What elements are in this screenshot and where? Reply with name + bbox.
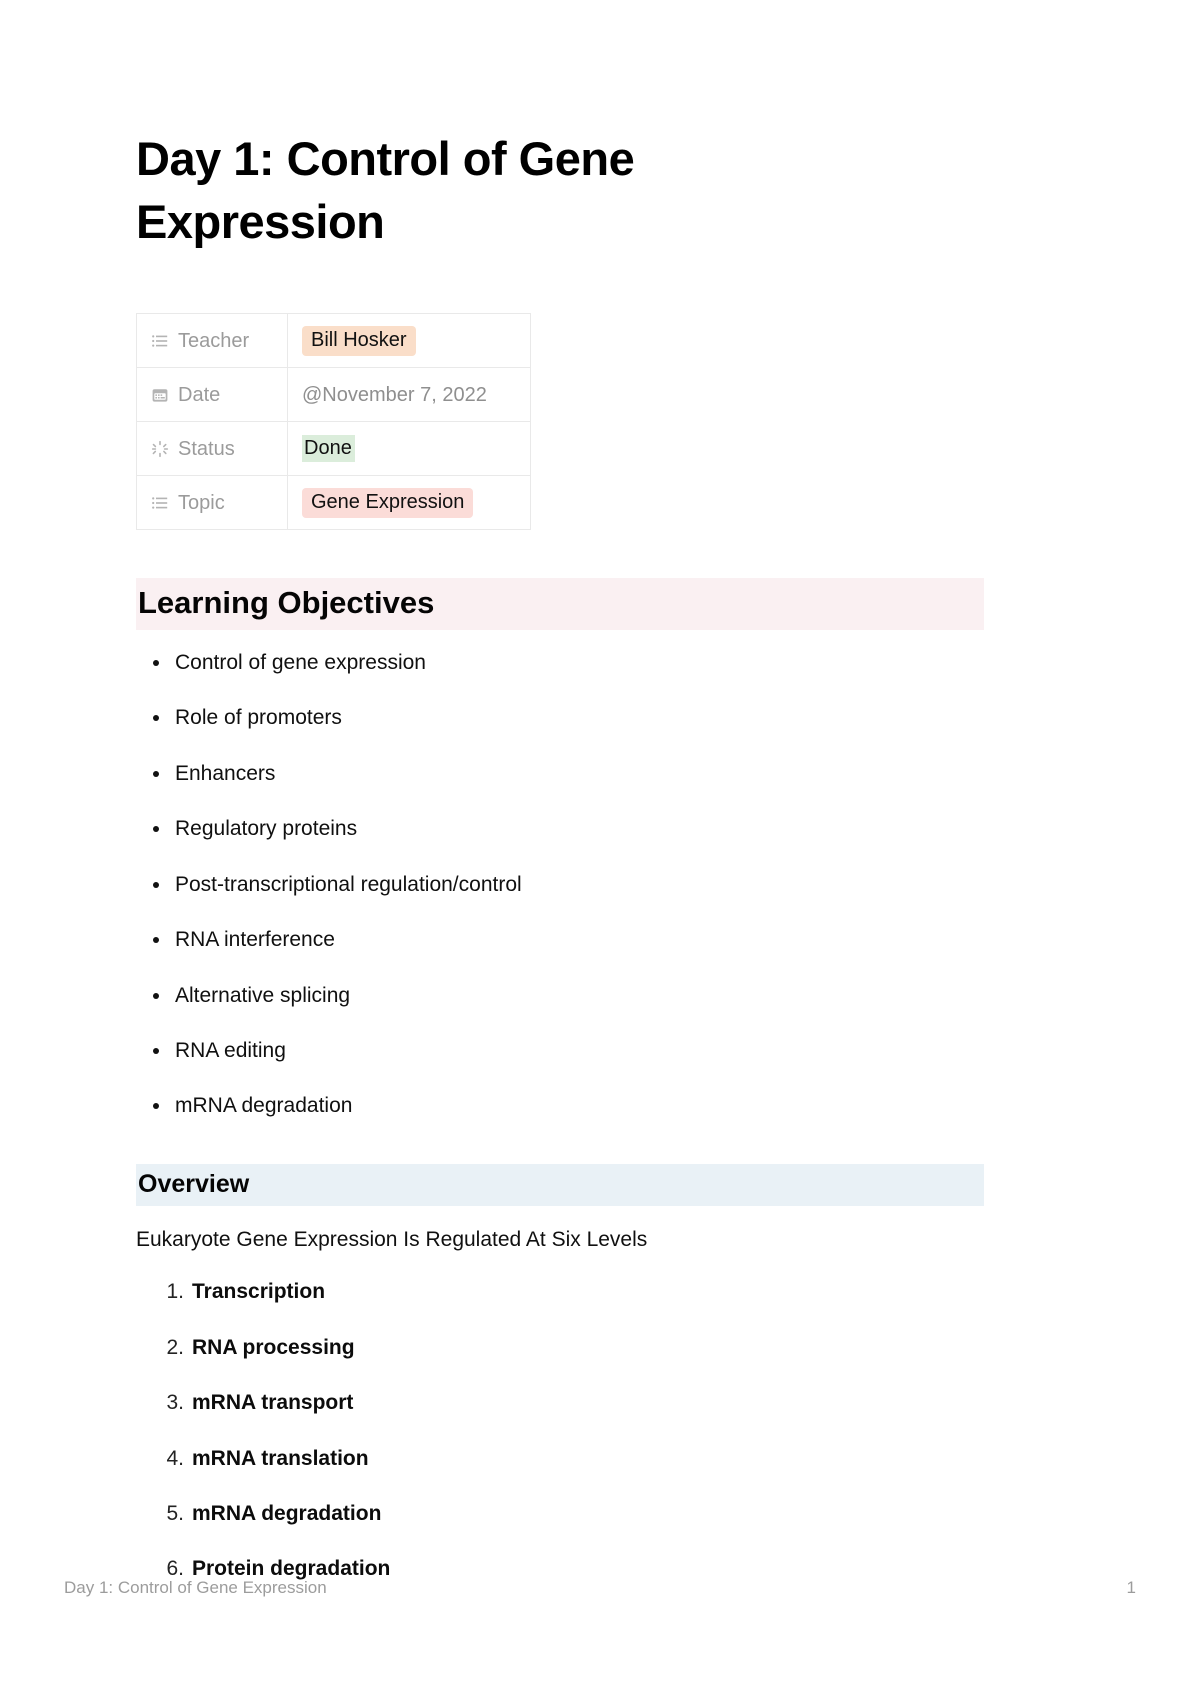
bullet-icon: [153, 715, 159, 722]
list-item: mRNA degradation: [153, 1091, 984, 1121]
page-footer: Day 1: Control of Gene Expression 1: [64, 1578, 1136, 1598]
list-item-number: 3.: [166, 1391, 184, 1415]
property-key-cell-topic: Topic: [136, 475, 288, 530]
bullet-icon: [153, 826, 159, 833]
list-item: Control of gene expression: [153, 648, 984, 678]
list-item: RNA editing: [153, 1036, 984, 1066]
table-row: Topic Gene Expression: [136, 475, 531, 530]
list-item: RNA interference: [153, 925, 984, 955]
list-item-label: RNA interference: [175, 928, 335, 952]
property-key-status: Status: [151, 439, 287, 459]
bullet-icon: [153, 937, 159, 944]
list-item-label: RNA editing: [175, 1038, 286, 1062]
property-key-cell-date: Date: [136, 367, 288, 422]
calendar-icon: [151, 386, 169, 404]
property-label: Teacher: [178, 329, 250, 352]
status-badge[interactable]: Done: [302, 435, 355, 462]
list-item-label: Control of gene expression: [175, 650, 426, 674]
list-item-label: Role of promoters: [175, 706, 342, 730]
property-value-cell-teacher: Bill Hosker: [287, 313, 531, 368]
bullet-icon: [153, 1047, 159, 1054]
list-item-number: 4.: [166, 1446, 184, 1470]
list-item-label: Post-transcriptional regulation/control: [175, 872, 522, 896]
list-item-label: mRNA transport: [192, 1391, 354, 1415]
list-icon: [151, 332, 169, 350]
document-body: Day 1: Control of Gene Expression Teache…: [136, 128, 984, 1585]
property-value-cell-topic: Gene Expression: [287, 475, 531, 530]
list-item: Regulatory proteins: [153, 814, 984, 844]
spinner-icon: [151, 440, 169, 458]
table-row: Date @November 7, 2022: [136, 367, 531, 422]
list-icon: [151, 494, 169, 512]
property-key-cell-status: Status: [136, 421, 288, 476]
bullet-icon: [153, 659, 159, 666]
list-item-label: Regulatory proteins: [175, 817, 358, 841]
overview-numbered-list: 1. Transcription 2. RNA processing 3. mRNA …: [136, 1277, 984, 1585]
property-key-teacher: Teacher: [151, 331, 287, 351]
list-item-label: Alternative splicing: [175, 983, 351, 1007]
list-item: 2. RNA processing: [166, 1333, 984, 1363]
list-item-label: mRNA degradation: [175, 1094, 353, 1118]
teacher-tag[interactable]: Bill Hosker: [302, 325, 416, 356]
date-value[interactable]: @November 7, 2022: [302, 384, 487, 406]
property-label: Topic: [178, 491, 225, 514]
topic-tag[interactable]: Gene Expression: [302, 487, 474, 518]
list-item: Post-transcriptional regulation/control: [153, 870, 984, 900]
list-item-number: 5.: [166, 1502, 184, 1526]
table-row: Status Done: [136, 421, 531, 476]
bullet-icon: [153, 770, 159, 777]
list-item-label: RNA processing: [192, 1335, 355, 1359]
property-key-date: Date: [151, 385, 287, 405]
list-item-label: Transcription: [192, 1280, 326, 1304]
property-label: Date: [178, 383, 221, 406]
footer-page-number: 1: [1126, 1578, 1136, 1597]
table-row: Teacher Bill Hosker: [136, 313, 531, 368]
bullet-icon: [153, 881, 159, 888]
document-page: Day 1: Control of Gene Expression Teache…: [0, 0, 1200, 1698]
footer-document-title: Day 1: Control of Gene Expression: [64, 1578, 327, 1597]
property-key-cell-teacher: Teacher: [136, 313, 288, 368]
overview-lead-text: Eukaryote Gene Expression Is Regulated A…: [136, 1227, 648, 1251]
bullet-icon: [153, 992, 159, 999]
list-item-number: 1.: [166, 1280, 184, 1304]
properties-table-body: Teacher Bill Hosker Date @November 7, 20…: [136, 313, 531, 530]
list-item-label: mRNA translation: [192, 1446, 369, 1470]
property-key-topic: Topic: [151, 493, 287, 513]
bullet-icon: [153, 1103, 159, 1110]
list-item-number: 2.: [166, 1335, 184, 1359]
property-value-cell-date: @November 7, 2022: [287, 367, 531, 422]
list-item-label: mRNA degradation: [192, 1502, 382, 1526]
list-item: Enhancers: [153, 759, 984, 789]
section-heading-overview: Overview: [136, 1163, 984, 1206]
property-label: Status: [178, 437, 235, 460]
list-item-label: Enhancers: [175, 761, 276, 785]
property-value-cell-status: Done: [287, 421, 531, 476]
list-item: Alternative splicing: [153, 981, 984, 1011]
properties-table: Teacher Bill Hosker Date @November 7, 20…: [136, 313, 531, 530]
list-item: 5. mRNA degradation: [166, 1499, 984, 1529]
list-item: 3. mRNA transport: [166, 1388, 984, 1418]
learning-objectives-list: Control of gene expression Role of promo…: [136, 648, 984, 1122]
list-item: 4. mRNA translation: [166, 1444, 984, 1474]
list-item: 1. Transcription: [166, 1277, 984, 1307]
list-item: Role of promoters: [153, 703, 984, 733]
page-title: Day 1: Control of Gene Expression: [136, 132, 635, 248]
section-heading-learning-objectives: Learning Objectives: [136, 578, 984, 630]
